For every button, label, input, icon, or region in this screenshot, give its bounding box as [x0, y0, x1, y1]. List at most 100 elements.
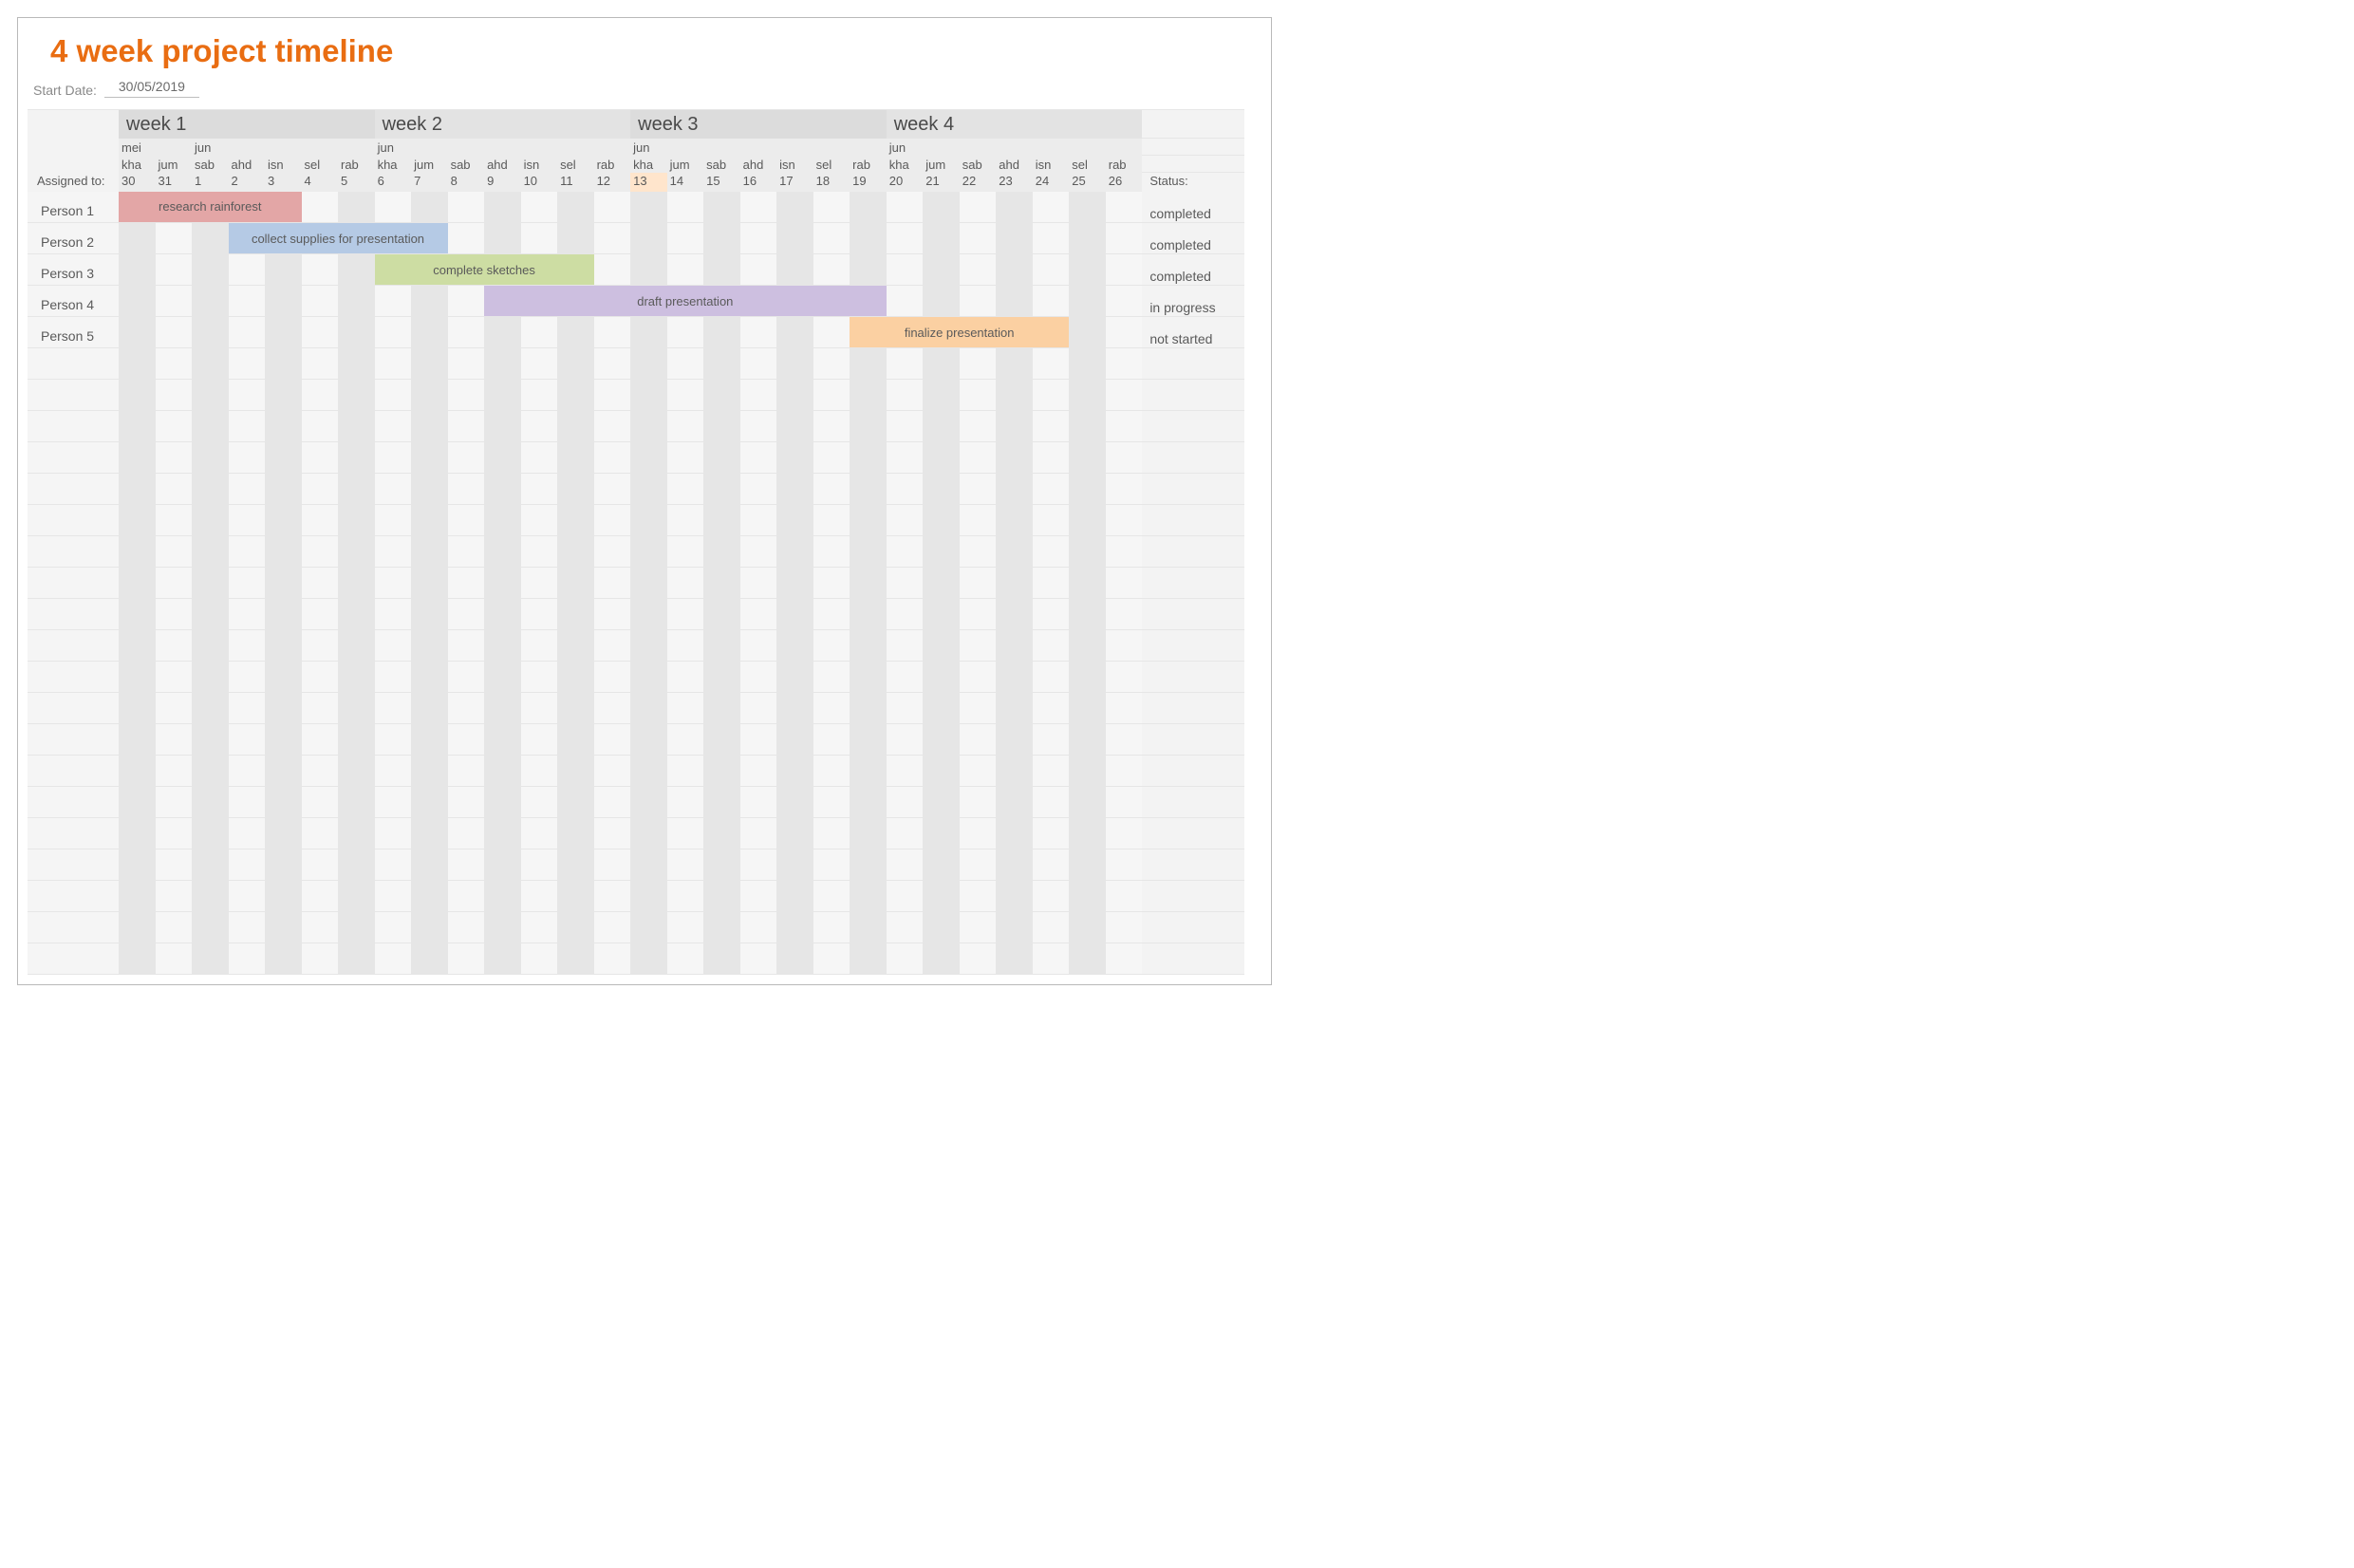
gantt-cell[interactable]: [411, 818, 448, 849]
gantt-cell[interactable]: [887, 286, 924, 317]
gantt-cell[interactable]: [1033, 192, 1070, 223]
gantt-cell[interactable]: [265, 474, 302, 505]
status-cell[interactable]: completed: [1142, 254, 1244, 286]
gantt-cell[interactable]: [1033, 818, 1070, 849]
gantt-cell[interactable]: [887, 536, 924, 568]
gantt-cell[interactable]: [740, 380, 777, 411]
gantt-cell[interactable]: [923, 411, 960, 442]
gantt-cell[interactable]: [850, 787, 887, 818]
gantt-cell[interactable]: [1033, 724, 1070, 756]
gantt-cell[interactable]: [923, 568, 960, 599]
gantt-cell[interactable]: [338, 474, 375, 505]
gantt-cell[interactable]: [521, 317, 558, 348]
gantt-cell[interactable]: [813, 693, 850, 724]
status-cell[interactable]: not started: [1142, 317, 1244, 348]
gantt-cell[interactable]: [229, 662, 266, 693]
gantt-cell[interactable]: [594, 380, 631, 411]
gantt-cell[interactable]: [850, 254, 887, 286]
gantt-cell[interactable]: [1069, 724, 1106, 756]
gantt-cell[interactable]: [996, 223, 1033, 254]
gantt-cell[interactable]: [192, 630, 229, 662]
gantt-cell[interactable]: [192, 787, 229, 818]
gantt-cell[interactable]: [448, 756, 485, 787]
start-date-input[interactable]: [104, 77, 199, 98]
gantt-cell[interactable]: [521, 724, 558, 756]
gantt-cell[interactable]: [703, 787, 740, 818]
gantt-cell[interactable]: [156, 568, 193, 599]
gantt-cell[interactable]: [229, 536, 266, 568]
gantt-cell[interactable]: [375, 881, 412, 912]
gantt-cell[interactable]: [850, 568, 887, 599]
gantt-cell[interactable]: [192, 286, 229, 317]
gantt-cell[interactable]: [1106, 912, 1143, 943]
gantt-cell[interactable]: [375, 442, 412, 474]
gantt-cell[interactable]: [192, 724, 229, 756]
gantt-cell[interactable]: [448, 568, 485, 599]
gantt-cell[interactable]: [996, 818, 1033, 849]
gantt-cell[interactable]: [923, 756, 960, 787]
gantt-cell[interactable]: [667, 943, 704, 975]
gantt-cell[interactable]: [521, 348, 558, 380]
gantt-cell[interactable]: [265, 286, 302, 317]
gantt-cell[interactable]: [375, 286, 412, 317]
gantt-cell[interactable]: [850, 411, 887, 442]
gantt-cell[interactable]: [156, 286, 193, 317]
gantt-cell[interactable]: [776, 411, 813, 442]
gantt-cell[interactable]: [156, 630, 193, 662]
gantt-bar[interactable]: finalize presentation: [850, 317, 1069, 347]
gantt-cell[interactable]: [302, 380, 339, 411]
gantt-cell[interactable]: [923, 943, 960, 975]
gantt-cell[interactable]: [996, 881, 1033, 912]
gantt-cell[interactable]: [557, 192, 594, 223]
gantt-cell[interactable]: [156, 849, 193, 881]
gantt-cell[interactable]: [1033, 348, 1070, 380]
gantt-cell[interactable]: [960, 536, 997, 568]
person-cell[interactable]: [28, 474, 119, 505]
gantt-cell[interactable]: [302, 724, 339, 756]
gantt-cell[interactable]: [887, 505, 924, 536]
gantt-cell[interactable]: [557, 317, 594, 348]
gantt-cell[interactable]: [960, 411, 997, 442]
gantt-cell[interactable]: [594, 724, 631, 756]
gantt-cell[interactable]: [630, 787, 667, 818]
gantt-cell[interactable]: [375, 787, 412, 818]
gantt-cell[interactable]: [265, 505, 302, 536]
gantt-cell[interactable]: [411, 881, 448, 912]
gantt-cell[interactable]: [1106, 787, 1143, 818]
gantt-cell[interactable]: [229, 568, 266, 599]
gantt-cell[interactable]: [192, 881, 229, 912]
gantt-cell[interactable]: [302, 756, 339, 787]
gantt-cell[interactable]: [156, 943, 193, 975]
gantt-cell[interactable]: [923, 849, 960, 881]
gantt-cell[interactable]: [703, 693, 740, 724]
gantt-cell[interactable]: [302, 348, 339, 380]
gantt-cell[interactable]: [813, 912, 850, 943]
person-cell[interactable]: [28, 568, 119, 599]
gantt-cell[interactable]: [338, 286, 375, 317]
gantt-cell[interactable]: [521, 818, 558, 849]
gantt-cell[interactable]: [776, 693, 813, 724]
gantt-cell[interactable]: [850, 881, 887, 912]
gantt-cell[interactable]: [338, 881, 375, 912]
gantt-cell[interactable]: [119, 662, 156, 693]
gantt-cell[interactable]: [923, 912, 960, 943]
gantt-cell[interactable]: [630, 411, 667, 442]
gantt-cell[interactable]: draft presentation: [484, 286, 521, 317]
gantt-cell[interactable]: [887, 787, 924, 818]
gantt-cell[interactable]: [630, 474, 667, 505]
gantt-cell[interactable]: [1069, 599, 1106, 630]
gantt-cell[interactable]: [375, 693, 412, 724]
gantt-cell[interactable]: [484, 599, 521, 630]
gantt-cell[interactable]: [630, 724, 667, 756]
person-cell[interactable]: [28, 693, 119, 724]
gantt-cell[interactable]: [813, 881, 850, 912]
gantt-cell[interactable]: [740, 474, 777, 505]
gantt-cell[interactable]: [630, 536, 667, 568]
gantt-cell[interactable]: [703, 912, 740, 943]
gantt-cell[interactable]: [229, 693, 266, 724]
gantt-cell[interactable]: [667, 662, 704, 693]
gantt-cell[interactable]: [850, 912, 887, 943]
gantt-cell[interactable]: [302, 442, 339, 474]
gantt-cell[interactable]: [740, 442, 777, 474]
gantt-cell[interactable]: [1069, 223, 1106, 254]
